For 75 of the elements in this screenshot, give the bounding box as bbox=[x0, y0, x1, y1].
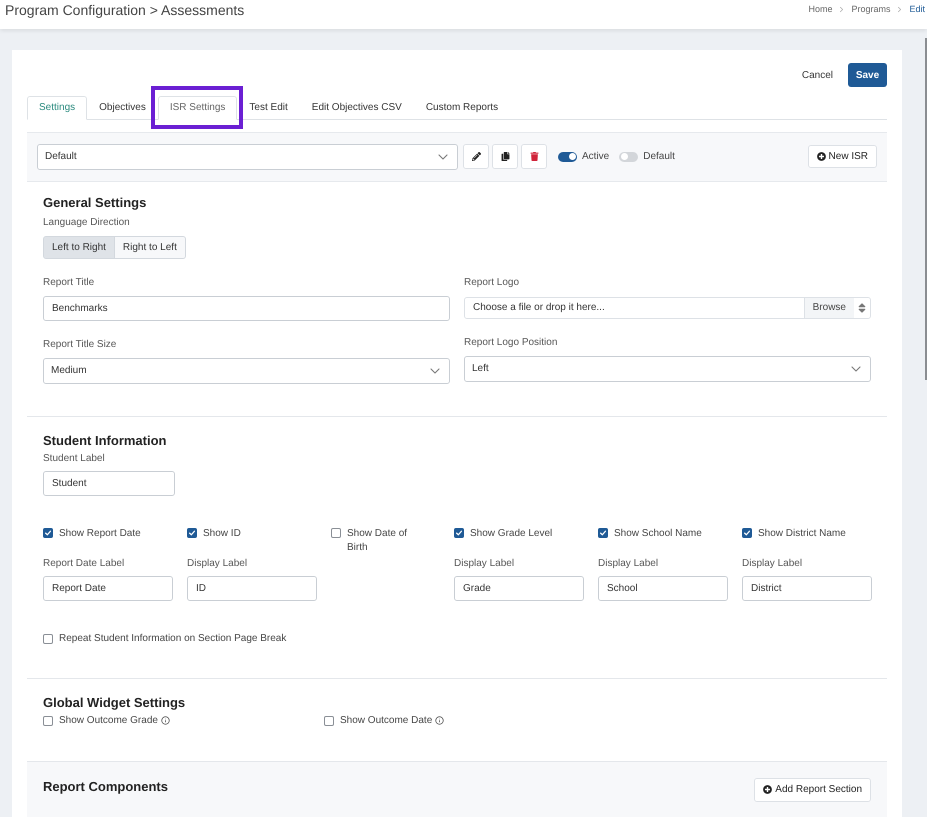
sort-icon bbox=[856, 302, 868, 314]
field-label: Language Direction bbox=[43, 216, 131, 228]
toggle-label: Active bbox=[582, 150, 610, 164]
trash-icon bbox=[530, 152, 538, 161]
checkbox-label: Show Outcome Grade bbox=[59, 714, 158, 726]
delete-button[interactable] bbox=[521, 144, 547, 169]
copy-button[interactable] bbox=[492, 144, 518, 169]
checkbox-label: Repeat Student Information on Section Page Break bbox=[59, 632, 286, 644]
breadcrumb-link[interactable]: Edit bbox=[909, 4, 925, 15]
toggle-label: Default bbox=[643, 150, 675, 164]
checkbox[interactable] bbox=[43, 634, 53, 644]
new-isr-button[interactable]: New ISR bbox=[808, 145, 877, 168]
tab[interactable]: Test Edit bbox=[237, 96, 300, 120]
tab[interactable]: Custom Reports bbox=[414, 96, 510, 120]
dropdown[interactable]: Default bbox=[37, 144, 458, 170]
tab[interactable]: Settings bbox=[27, 96, 88, 120]
checkbox[interactable] bbox=[43, 528, 53, 538]
checkbox[interactable] bbox=[324, 716, 334, 726]
checkbox[interactable] bbox=[454, 528, 464, 538]
field-label: Display Label bbox=[598, 558, 660, 570]
checkbox-label: Show Outcome Date bbox=[340, 714, 432, 726]
checkbox[interactable] bbox=[742, 528, 752, 538]
checkbox[interactable] bbox=[187, 528, 197, 538]
breadcrumb-link[interactable]: Programs bbox=[851, 4, 890, 15]
checkbox-label: Show Report Date bbox=[59, 526, 141, 540]
text-input-field[interactable]: Benchmarks bbox=[43, 296, 450, 320]
checkbox[interactable] bbox=[331, 528, 341, 538]
edit-button[interactable] bbox=[463, 144, 489, 169]
field-label: Report Logo Position bbox=[464, 336, 558, 348]
toggle-switch[interactable] bbox=[619, 152, 638, 162]
tab[interactable]: Objectives bbox=[87, 96, 158, 120]
checkbox-label: Show ID bbox=[203, 526, 241, 540]
field-label: Student Label bbox=[43, 452, 106, 464]
save-button[interactable]: Save bbox=[848, 63, 887, 87]
checkbox-label: Show District Name bbox=[758, 526, 846, 540]
checkbox-label: Show Grade Level bbox=[470, 526, 552, 540]
text-input-field[interactable]: School bbox=[598, 576, 728, 600]
info-icon[interactable] bbox=[160, 716, 170, 725]
text-input-field[interactable]: ID bbox=[187, 576, 317, 600]
section-heading: Global Widget Settings bbox=[43, 694, 186, 710]
checkbox-label: Show School Name bbox=[614, 526, 702, 540]
checkbox[interactable] bbox=[43, 716, 53, 726]
tab[interactable]: Edit Objectives CSV bbox=[300, 96, 414, 120]
dropdown[interactable]: Medium bbox=[43, 358, 450, 384]
checkbox[interactable] bbox=[598, 528, 608, 538]
field-label: Report Title bbox=[43, 276, 96, 288]
cancel-button[interactable]: Cancel bbox=[802, 68, 833, 82]
pencil-icon bbox=[472, 152, 480, 161]
field-label: Report Date Label bbox=[43, 558, 126, 570]
direction-option[interactable]: Right to Left bbox=[114, 236, 186, 258]
field-label: Display Label bbox=[742, 558, 804, 570]
toggle-switch[interactable] bbox=[558, 152, 577, 162]
scrollbar-drawing[interactable] bbox=[925, 38, 927, 380]
copy-icon bbox=[500, 152, 510, 161]
add-report-section-button[interactable]: Add Report Section bbox=[754, 778, 871, 802]
text-input-field[interactable]: Report Date bbox=[43, 576, 173, 600]
text-input-field[interactable]: Student bbox=[43, 470, 175, 496]
field-label: Report Title Size bbox=[43, 338, 118, 350]
field-label: Display Label bbox=[454, 558, 516, 570]
section-heading: Report Components bbox=[43, 778, 168, 794]
breadcrumb-link[interactable]: Home bbox=[808, 4, 832, 15]
text-input-field[interactable]: Grade bbox=[454, 576, 584, 600]
field-label: Display Label bbox=[187, 558, 248, 570]
section-heading: Student Information bbox=[43, 432, 168, 448]
direction-option[interactable]: Left to Right bbox=[43, 236, 115, 258]
page-title: Program Configuration > Assessments bbox=[5, 1, 244, 20]
text-input-field[interactable]: District bbox=[742, 576, 872, 600]
field-label: Report Logo bbox=[464, 276, 520, 288]
info-icon[interactable] bbox=[435, 716, 444, 725]
dropdown[interactable]: Left bbox=[464, 356, 871, 382]
browse-button[interactable]: Browse bbox=[804, 298, 854, 318]
section-heading: General Settings bbox=[43, 194, 148, 210]
checkbox-label: Show Date of Birth bbox=[347, 526, 408, 554]
tab[interactable]: ISR Settings bbox=[158, 96, 238, 120]
file-input-field[interactable]: Choose a file or drop it here... Browse bbox=[464, 296, 871, 318]
